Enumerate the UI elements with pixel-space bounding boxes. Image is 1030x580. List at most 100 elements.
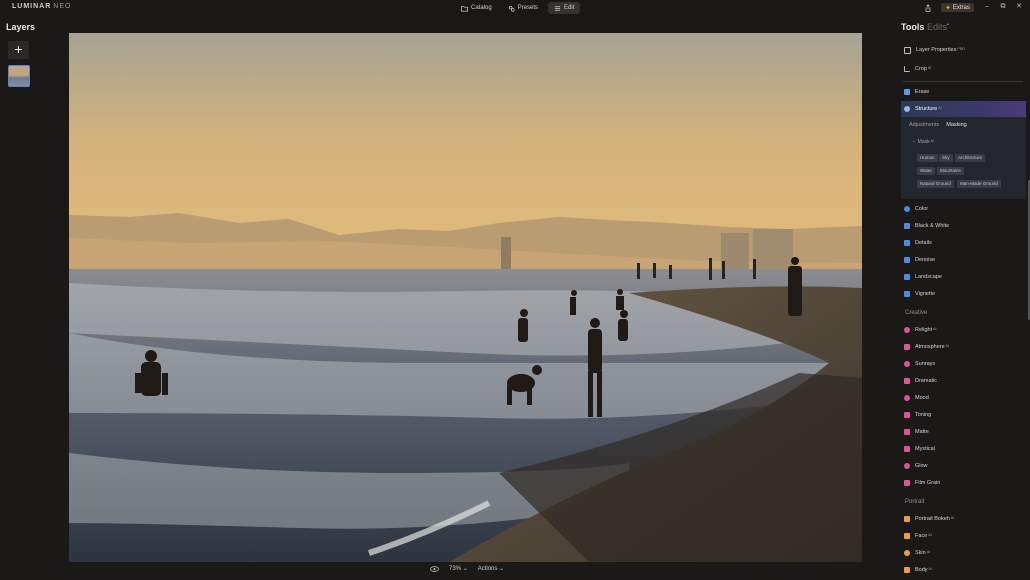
tab-tools[interactable]: Tools	[901, 22, 924, 32]
tool-label: CropAI	[915, 66, 932, 72]
extras-icon: ✦	[945, 4, 951, 12]
tool-label: Portrait BokehAI	[915, 516, 955, 522]
tool-skin[interactable]: SkinAI	[904, 547, 930, 559]
tool-label: Vignette	[915, 291, 936, 297]
eraser-icon	[904, 89, 910, 95]
photo-canvas[interactable]	[69, 33, 862, 562]
canvas-bottom-bar: 73% ⌄ Actions ⌄	[430, 565, 504, 572]
tool-layer-properties[interactable]: Layer PropertiesPRO	[904, 44, 965, 56]
tool-erase[interactable]: Erase	[904, 86, 929, 98]
tool-landscape[interactable]: Landscape	[904, 271, 942, 283]
tool-details[interactable]: Details	[904, 237, 932, 249]
tab-edits-dot: •	[947, 22, 949, 28]
tools-panel: Tools Edits• Layer PropertiesPRO CropAI …	[893, 16, 1030, 580]
tool-color[interactable]: Color	[904, 203, 928, 215]
film-grain-icon	[904, 480, 910, 486]
tool-label: Toning	[915, 412, 932, 418]
mask-chip-architecture[interactable]: Architecture	[955, 154, 986, 162]
tool-film-grain[interactable]: Film Grain	[904, 477, 940, 489]
landscape-icon	[904, 274, 910, 280]
tab-catalog[interactable]: Catalog	[455, 2, 498, 14]
actions-dropdown[interactable]: Actions ⌄	[478, 565, 504, 572]
tool-relight[interactable]: RelightAI	[904, 324, 936, 336]
tool-sunrays[interactable]: Sunrays	[904, 358, 935, 370]
tool-label: Dramatic	[915, 378, 938, 384]
mask-chip-mountains[interactable]: Mountains	[937, 167, 964, 175]
chevron-down-icon: ⌄	[462, 566, 468, 572]
tool-face[interactable]: FaceAI	[904, 530, 932, 542]
layers-icon	[904, 46, 911, 54]
extras-label: Extras	[952, 4, 970, 11]
tool-toning[interactable]: Toning	[904, 409, 931, 421]
layers-title: Layers	[6, 22, 36, 32]
tool-label: Mood	[915, 395, 929, 401]
atmosphere-icon	[904, 344, 910, 350]
tool-atmosphere[interactable]: AtmosphereAI	[904, 341, 949, 353]
tool-label: Black & White	[915, 223, 950, 229]
mask-chip-sky[interactable]: Sky	[939, 154, 953, 162]
eye-icon[interactable]	[430, 565, 439, 572]
tool-label: Landscape	[915, 274, 942, 280]
tool-label: Mystical	[915, 446, 935, 452]
tool-matte[interactable]: Matte	[904, 426, 929, 438]
face-icon	[904, 533, 910, 539]
close-icon[interactable]: ✕	[1015, 3, 1023, 11]
tab-presets[interactable]: Presets	[502, 2, 544, 14]
tab-masking[interactable]: Masking	[946, 122, 966, 128]
tool-label: Details	[915, 240, 932, 246]
mode-tabs: Catalog Presets Edit	[455, 2, 581, 14]
presets-icon	[508, 5, 515, 12]
mask-section[interactable]: ‹ MaskAI	[913, 139, 934, 145]
tool-denoise[interactable]: Denoise	[904, 254, 935, 266]
mask-chip-human[interactable]: Human	[917, 154, 938, 162]
chevron-left-icon: ‹	[913, 139, 915, 145]
share-icon[interactable]	[924, 4, 932, 12]
minimize-icon[interactable]: –	[983, 3, 991, 11]
tool-black-white[interactable]: Black & White	[904, 220, 949, 232]
tool-dramatic[interactable]: Dramatic	[904, 375, 937, 387]
tool-label: SkinAI	[915, 550, 931, 556]
tool-label: BodyAI	[915, 567, 932, 573]
tool-portrait-bokeh[interactable]: Portrait BokehAI	[904, 513, 954, 525]
tab-edit-label: Edit	[564, 5, 575, 11]
mystical-icon	[904, 446, 910, 452]
app-logo: LUMINAR NEO	[12, 3, 72, 10]
skin-icon	[904, 550, 910, 556]
tool-structure-header[interactable]: StructureAI	[904, 103, 942, 115]
mask-chip-natural-ground[interactable]: Natural Ground	[917, 180, 954, 188]
tool-mood[interactable]: Mood	[904, 392, 929, 404]
tool-label: Layer PropertiesPRO	[916, 47, 965, 53]
add-layer-button[interactable]: +	[8, 41, 29, 59]
tab-edits[interactable]: Edits•	[927, 22, 949, 32]
tool-label: AtmosphereAI	[915, 344, 949, 350]
mask-chip-water[interactable]: Water	[917, 167, 935, 175]
body-icon	[904, 567, 910, 573]
tool-crop[interactable]: CropAI	[904, 63, 931, 75]
crop-icon	[904, 66, 910, 72]
restore-icon[interactable]: ⧉	[999, 3, 1007, 11]
tool-mystical[interactable]: Mystical	[904, 443, 935, 455]
layer-thumbnail[interactable]	[8, 65, 30, 87]
sunrays-icon	[904, 361, 910, 367]
dramatic-icon	[904, 378, 910, 384]
tool-body[interactable]: BodyAI	[904, 564, 932, 576]
tool-label: Color	[915, 206, 929, 212]
bw-icon	[904, 223, 910, 229]
glow-icon	[904, 463, 910, 469]
mask-chip-man-made-ground[interactable]: Man-Made Ground	[957, 180, 1001, 188]
chevron-down-icon: ⌄	[499, 566, 505, 572]
color-icon	[904, 206, 910, 212]
vignette-icon	[904, 291, 910, 297]
bokeh-icon	[904, 516, 910, 522]
tool-glow[interactable]: Glow	[904, 460, 928, 472]
tab-edit[interactable]: Edit	[548, 2, 581, 14]
tab-adjustments[interactable]: Adjustments	[909, 122, 939, 128]
actions-label: Actions	[477, 566, 498, 572]
tool-vignette[interactable]: Vignette	[904, 288, 935, 300]
extras-button[interactable]: ✦ Extras	[941, 3, 974, 12]
mood-icon	[904, 395, 910, 401]
zoom-dropdown[interactable]: 73% ⌄	[449, 565, 468, 572]
tab-edits-label: Edits	[927, 22, 948, 32]
tool-label: RelightAI	[915, 327, 937, 333]
tool-label: Matte	[915, 429, 929, 435]
